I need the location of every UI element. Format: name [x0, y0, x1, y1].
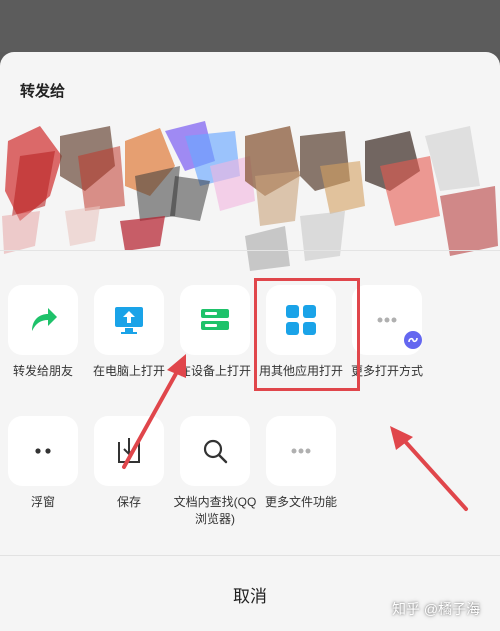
search-icon: [203, 439, 228, 464]
save-label: 保存: [116, 495, 141, 509]
watermark: 知乎 @橘子海: [392, 601, 481, 617]
save-button[interactable]: [94, 416, 164, 486]
forward-to-friend-label: 转发给朋友: [12, 364, 73, 378]
contact-avatar-1[interactable]: [2, 126, 62, 254]
status-area: [0, 0, 500, 52]
share-forward-icon: [32, 308, 57, 331]
open-on-computer-label: 在电脑上打开: [92, 364, 165, 378]
contact-list: [2, 121, 498, 271]
cancel-button[interactable]: 取消: [190, 582, 310, 607]
computer-upload-icon: [115, 307, 143, 334]
contact-avatar-6[interactable]: [300, 131, 365, 261]
contact-avatar-7[interactable]: [365, 126, 498, 256]
floating-window-button[interactable]: [8, 416, 78, 486]
more-open-methods-button[interactable]: [352, 285, 422, 355]
floating-window-label: 浮窗: [30, 495, 55, 509]
more-dots-icon: [377, 317, 397, 323]
find-in-document-label: 文档内查找(QQ浏览器): [173, 495, 257, 526]
contact-avatar-3[interactable]: [120, 128, 180, 251]
find-in-document-button[interactable]: [180, 416, 250, 486]
open-on-device-label: 在设备上打开: [178, 364, 251, 378]
contact-avatar-2[interactable]: [60, 126, 125, 246]
highlight-box: [254, 278, 360, 391]
open-on-device-button[interactable]: [180, 285, 250, 355]
more-file-functions-label: 更多文件功能: [264, 495, 337, 509]
open-on-computer-button[interactable]: [94, 285, 164, 355]
save-download-icon: [118, 438, 140, 463]
floating-window-icon: [35, 448, 51, 454]
device-server-icon: [201, 309, 229, 330]
more-dots-icon: [291, 448, 311, 454]
more-file-functions-button[interactable]: [266, 416, 336, 486]
divider: [0, 250, 500, 251]
mini-program-badge-icon: [404, 331, 422, 349]
forward-to-friend-button[interactable]: [8, 285, 78, 355]
